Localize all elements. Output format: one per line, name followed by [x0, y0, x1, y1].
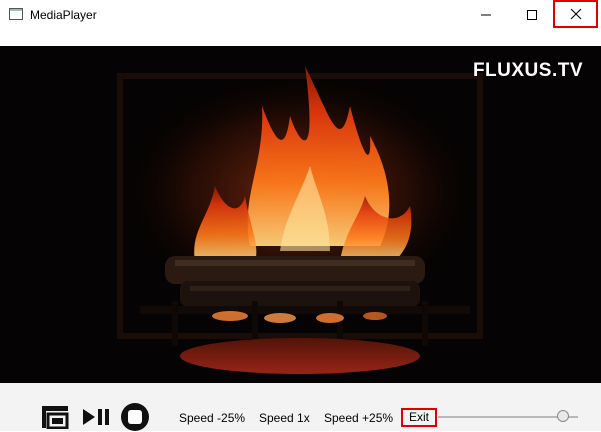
watermark-logo: FLUXUS.TV [472, 60, 583, 81]
fireplace-video [0, 46, 601, 383]
title-bar: MediaPlayer [0, 0, 601, 30]
minimize-icon [481, 14, 491, 16]
maximize-icon [527, 10, 537, 20]
close-button[interactable] [553, 0, 598, 28]
close-icon [570, 8, 581, 20]
speed-down-button[interactable]: Speed -25% [179, 411, 245, 425]
play-pause-icon[interactable] [82, 408, 110, 426]
video-area[interactable]: FLUXUS.TV [0, 46, 601, 383]
app-window-icon [9, 8, 23, 20]
speed-up-button[interactable]: Speed +25% [324, 411, 393, 425]
exit-button[interactable]: Exit [401, 408, 437, 427]
control-bar: Speed -25% Speed 1x Speed +25% Exit [0, 383, 601, 431]
minimize-button[interactable] [463, 0, 509, 30]
volume-slider[interactable] [438, 409, 578, 425]
fullscreen-icon[interactable] [41, 405, 69, 429]
stop-icon[interactable] [120, 402, 150, 432]
maximize-button[interactable] [509, 0, 555, 30]
speed-normal-button[interactable]: Speed 1x [259, 411, 310, 425]
slider-thumb[interactable] [557, 410, 569, 422]
window-title: MediaPlayer [30, 8, 97, 22]
